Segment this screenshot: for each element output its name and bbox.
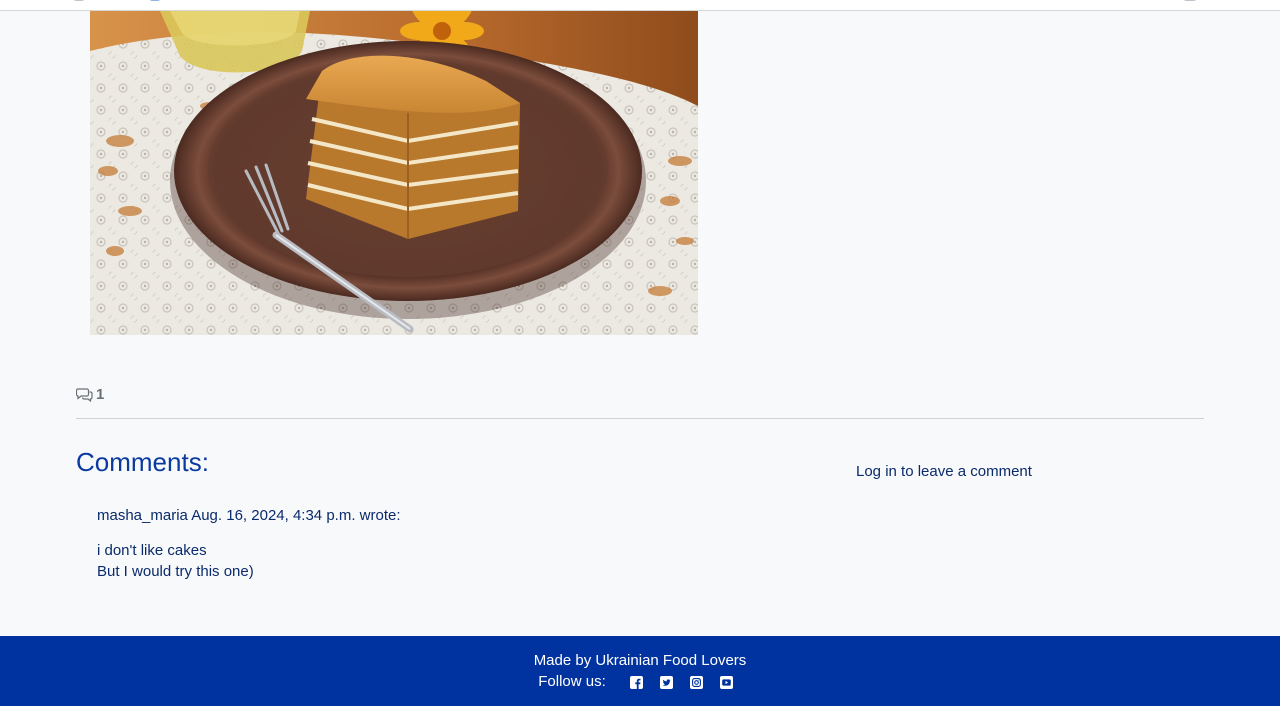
comment-body-line: i don't like cakes	[97, 542, 207, 559]
toolbar-fragment	[1184, 0, 1196, 1]
comment-item: masha_maria Aug. 16, 2024, 4:34 p.m. wro…	[97, 505, 797, 582]
comment-body-line: But I would try this one)	[97, 563, 254, 580]
post-image	[90, 11, 698, 335]
login-to-comment-link[interactable]: Log in to leave a comment	[856, 462, 1032, 482]
follow-label: Follow us:	[538, 673, 606, 690]
comments-heading: Comments:	[76, 447, 209, 477]
footer-social: Follow us:	[0, 672, 1280, 692]
facebook-icon[interactable]	[630, 675, 644, 689]
section-divider	[76, 418, 1204, 419]
twitter-icon[interactable]	[660, 675, 674, 689]
site-footer: Made by Ukrainian Food Lovers Follow us:	[0, 636, 1280, 706]
toolbar-fragment	[74, 0, 84, 1]
footer-credit: Made by Ukrainian Food Lovers	[533, 652, 747, 669]
browser-top-edge	[0, 0, 1280, 11]
comment-count-value: 1	[96, 385, 105, 403]
instagram-icon[interactable]	[690, 675, 704, 689]
toolbar-fragment	[150, 0, 160, 1]
comments-icon	[76, 387, 93, 402]
youtube-icon[interactable]	[720, 675, 734, 689]
comment-count: 1	[76, 385, 104, 403]
comment-meta: masha_maria Aug. 16, 2024, 4:34 p.m. wro…	[97, 507, 401, 524]
